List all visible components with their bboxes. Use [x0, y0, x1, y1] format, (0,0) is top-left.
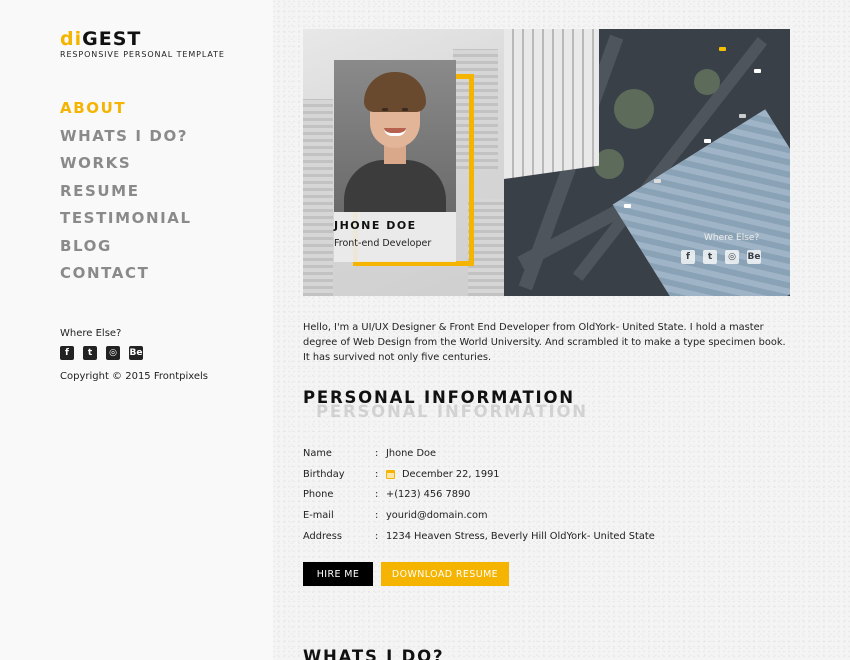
facebook-icon[interactable]: f: [681, 250, 695, 264]
tower-building: [504, 29, 599, 179]
shirt-shape: [344, 160, 446, 212]
nav-item-resume[interactable]: RESUME: [60, 181, 192, 209]
logo[interactable]: di GEST: [60, 28, 141, 50]
hero-where-else-label: Where Else?: [704, 233, 760, 243]
sidebar-social-links: f t ◎ Be: [60, 346, 143, 360]
section-title-personal-information: PERSONAL INFORMATION: [303, 388, 575, 407]
info-separator: :: [375, 468, 379, 480]
person-role: Front-end Developer: [334, 238, 432, 249]
behance-icon[interactable]: Be: [129, 346, 143, 360]
main-content: JHONE DOE Front-end Developer Where Else…: [273, 0, 850, 660]
tree-shape: [614, 89, 654, 129]
nav-item-contact[interactable]: CONTACT: [60, 263, 192, 291]
main-nav: ABOUT ABOUT WHATS I DO? WORKS RESUME TES…: [60, 98, 192, 291]
roof-building: [612, 109, 790, 296]
info-label: E-mail: [303, 509, 334, 521]
car-shape: [719, 47, 726, 51]
info-label: Phone: [303, 489, 334, 501]
section-title-whats-i-do: WHATS I DO?: [303, 647, 445, 660]
hero-banner: JHONE DOE Front-end Developer Where Else…: [303, 29, 790, 296]
eye-shape: [382, 108, 388, 111]
copyright: Copyright © 2015 Frontpixels: [60, 371, 209, 382]
hair-shape: [364, 72, 426, 112]
nav-item-about-label: ABOUT: [60, 99, 127, 117]
info-row-name: Name : Jhone Doe: [303, 443, 655, 464]
car-shape: [739, 114, 746, 118]
twitter-icon[interactable]: t: [703, 250, 717, 264]
hire-me-button[interactable]: HIRE ME: [303, 562, 373, 586]
car-shape: [754, 69, 761, 73]
person-name: JHONE DOE: [334, 219, 417, 232]
eye-shape: [402, 108, 408, 111]
nav-item-blog[interactable]: BLOG: [60, 236, 192, 264]
nav-item-whats-i-do[interactable]: WHATS I DO?: [60, 126, 192, 154]
logo-mark: di: [60, 28, 83, 50]
instagram-icon[interactable]: ◎: [725, 250, 739, 264]
twitter-icon[interactable]: t: [83, 346, 97, 360]
car-shape: [704, 139, 711, 143]
download-resume-button[interactable]: DOWNLOAD RESUME: [381, 562, 509, 586]
info-value: yourid@domain.com: [386, 509, 488, 521]
nav-item-about[interactable]: ABOUT ABOUT: [60, 98, 192, 126]
info-separator: :: [375, 447, 379, 459]
car-shape: [624, 204, 631, 208]
info-separator: :: [375, 530, 379, 542]
info-value: 1234 Heaven Stress, Beverly Hill OldYork…: [386, 530, 655, 542]
hero-social-links: f t ◎ Be: [681, 250, 761, 264]
info-value: December 22, 1991: [402, 468, 500, 480]
info-value-wrap: December 22, 1991: [386, 469, 500, 480]
tagline: RESPONSIVE PERSONAL TEMPLATE: [60, 50, 225, 59]
where-else-label: Where Else?: [60, 328, 122, 339]
behance-icon[interactable]: Be: [747, 250, 761, 264]
building-shape: [303, 99, 333, 296]
info-label: Birthday: [303, 468, 345, 480]
instagram-icon[interactable]: ◎: [106, 346, 120, 360]
info-row-phone: Phone : +(123) 456 7890: [303, 484, 655, 505]
info-row-birthday: Birthday : December 22, 1991: [303, 464, 655, 485]
sidebar: di GEST RESPONSIVE PERSONAL TEMPLATE ABOU…: [0, 0, 273, 660]
tree-shape: [694, 69, 720, 95]
profile-photo: [334, 60, 456, 212]
info-separator: :: [375, 489, 379, 501]
car-shape: [654, 179, 661, 183]
info-separator: :: [375, 509, 379, 521]
info-value: Jhone Doe: [386, 447, 437, 459]
nav-item-testimonial[interactable]: TESTIMONIAL: [60, 208, 192, 236]
info-label: Name: [303, 447, 332, 459]
nav-item-works[interactable]: WORKS: [60, 153, 192, 181]
logo-text: GEST: [82, 28, 142, 50]
info-label: Address: [303, 530, 343, 542]
facebook-icon[interactable]: f: [60, 346, 74, 360]
calendar-icon: [386, 469, 395, 479]
intro-paragraph: Hello, I'm a UI/UX Designer & Front End …: [303, 322, 786, 363]
info-row-address: Address : 1234 Heaven Stress, Beverly Hi…: [303, 526, 655, 547]
info-value: +(123) 456 7890: [386, 489, 471, 501]
info-row-email: E-mail : yourid@domain.com: [303, 505, 655, 526]
personal-info-list: Name : Jhone Doe Birthday : December 22,…: [303, 443, 655, 546]
